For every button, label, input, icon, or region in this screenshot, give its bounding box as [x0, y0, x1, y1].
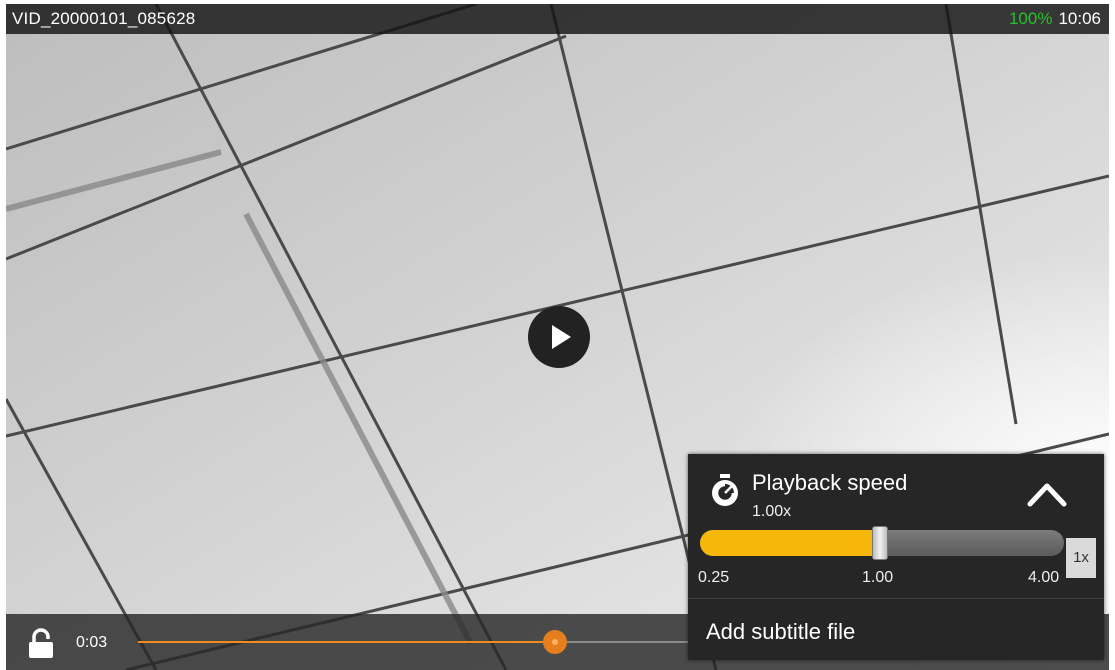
seek-bar[interactable] [138, 641, 698, 643]
play-icon [552, 325, 571, 349]
speed-slider-fill [700, 530, 882, 556]
add-subtitle-label: Add subtitle file [706, 619, 856, 644]
video-player[interactable]: VID_20000101_085628 100% 10:06 0:03 Playb… [6, 4, 1109, 670]
menu-title: Playback speed [752, 470, 908, 495]
chevron-up-icon[interactable] [1022, 474, 1072, 514]
elapsed-time: 0:03 [76, 634, 108, 651]
speed-mid-label: 1.00 [862, 569, 894, 586]
play-button[interactable] [528, 306, 590, 368]
battery-level: 100% [1008, 9, 1053, 28]
playback-speed-menu: Playback speed 1.00x 1x 0.25 1.00 4.00 A… [688, 454, 1104, 660]
video-title: VID_20000101_085628 [12, 9, 196, 28]
speed-min-label: 0.25 [698, 569, 730, 586]
add-subtitle-button[interactable]: Add subtitle file [688, 599, 1104, 660]
status-area: 100% 10:06 [1009, 9, 1101, 29]
clock: 10:06 [1058, 9, 1101, 28]
seek-handle[interactable] [543, 630, 567, 654]
current-speed: 1.00x [752, 503, 792, 520]
reset-speed-button[interactable]: 1x [1066, 538, 1096, 578]
speed-max-label: 4.00 [1028, 569, 1060, 586]
lock-icon[interactable] [26, 628, 56, 660]
seek-progress [138, 641, 564, 643]
title-bar: VID_20000101_085628 100% 10:06 [6, 4, 1109, 34]
speed-dial-icon [712, 474, 738, 506]
speed-slider-thumb[interactable] [872, 526, 888, 560]
